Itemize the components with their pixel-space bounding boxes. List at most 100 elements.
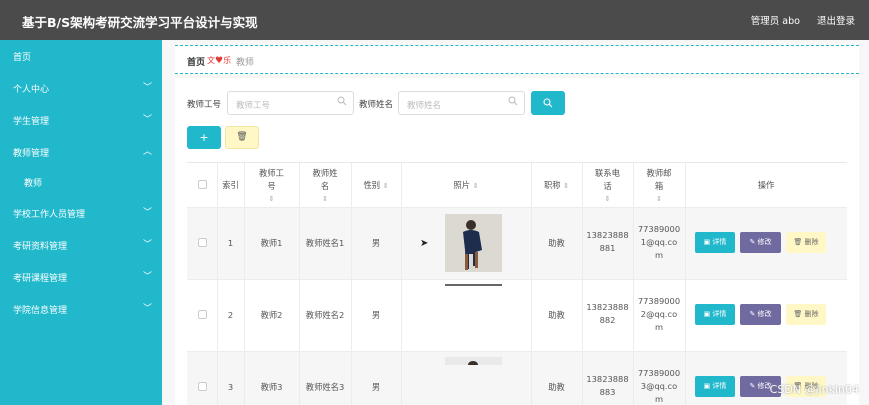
search-icon bbox=[508, 96, 518, 106]
chevron-down-icon: ﹀ bbox=[143, 115, 153, 125]
teacher-id-input[interactable]: 教师工号 bbox=[227, 91, 354, 115]
chevron-down-icon: ﹀ bbox=[143, 304, 153, 314]
sidebar-item-students[interactable]: 学生管理 ﹀ bbox=[0, 106, 162, 134]
phone-line: 883 bbox=[599, 387, 616, 397]
sort-icon: ⇕ bbox=[563, 182, 570, 190]
heart-glyph: ♥ bbox=[215, 56, 224, 66]
cell-title: 助教 bbox=[548, 382, 565, 392]
admin-user[interactable]: 管理员 abo bbox=[751, 16, 800, 27]
header-photo[interactable]: 照片 ⇕ bbox=[401, 179, 531, 193]
app: 基于B/S架构考研交流学习平台设计与实现 管理员 abo 退出登录 首页 个人中… bbox=[0, 0, 869, 405]
batch-delete-button[interactable]: 🗑 bbox=[225, 126, 259, 149]
sort-icon: ⇕ bbox=[382, 182, 389, 190]
header-teacher-id[interactable]: 教师工 号 ⇕ bbox=[244, 167, 299, 206]
header-teacher-name[interactable]: 教师姓 名 ⇕ bbox=[299, 167, 351, 206]
detail-button[interactable]: ▣ 详情 bbox=[695, 304, 735, 325]
breadcrumb: 首页 文♥乐 教师 bbox=[175, 45, 859, 74]
add-button[interactable]: + bbox=[187, 126, 221, 149]
person-photo-icon bbox=[445, 214, 502, 272]
search-icon bbox=[337, 96, 347, 106]
phone-line: 13823888 bbox=[586, 374, 629, 384]
search-icon bbox=[543, 98, 553, 108]
chevron-down-icon: ﹀ bbox=[143, 208, 153, 218]
cell-index: 1 bbox=[227, 238, 234, 248]
teacher-photo[interactable] bbox=[445, 357, 502, 365]
header-text: 教师邮 bbox=[646, 168, 672, 178]
header-right: 管理员 abo 退出登录 bbox=[737, 13, 855, 27]
delete-button[interactable]: 🗑 删除 bbox=[786, 304, 826, 325]
sidebar-item-courses[interactable]: 考研课程管理 ﹀ bbox=[0, 263, 162, 291]
sidebar-item-home[interactable]: 首页 bbox=[0, 42, 162, 70]
sidebar-item-label: 个人中心 bbox=[13, 85, 50, 95]
sort-icon: ⇕ bbox=[604, 195, 611, 203]
sidebar-item-teachers[interactable]: 教师管理 ︿ bbox=[0, 138, 162, 166]
email-line: 77389000 bbox=[637, 224, 681, 234]
logout-link[interactable]: 退出登录 bbox=[817, 16, 855, 27]
teacher-photo[interactable] bbox=[445, 214, 502, 272]
row-divider bbox=[187, 279, 847, 280]
edit-button[interactable]: ✎ 修改 bbox=[740, 304, 781, 325]
search-bar: 教师工号 教师工号 教师姓名 教师姓名 bbox=[187, 91, 787, 115]
detail-button[interactable]: ▣ 详情 bbox=[695, 232, 735, 253]
teacher-photo[interactable] bbox=[445, 284, 502, 286]
main-content: 首页 文♥乐 教师 教师工号 教师工号 教师姓名 教师姓名 + 🗑 索引 教师工… bbox=[162, 40, 869, 405]
mouse-cursor-icon: ➤ bbox=[420, 238, 429, 249]
email-line: 2@qq.co bbox=[640, 309, 678, 319]
sort-icon: ⇕ bbox=[322, 195, 328, 203]
header-text: 话 bbox=[603, 181, 612, 191]
cell-email: 77389000 2@qq.co m bbox=[633, 295, 685, 334]
header-email[interactable]: 教师邮 箱 ⇕ bbox=[633, 167, 685, 206]
row-checkbox[interactable] bbox=[198, 238, 207, 247]
search-button[interactable] bbox=[531, 91, 565, 115]
header-text: 教师工 bbox=[259, 168, 284, 178]
phone-line: 882 bbox=[599, 315, 616, 325]
row-checkbox[interactable] bbox=[198, 310, 207, 319]
sidebar-item-label: 教师 bbox=[24, 179, 43, 189]
edit-button[interactable]: ✎ 修改 bbox=[740, 232, 781, 253]
cell-gender: 男 bbox=[371, 382, 381, 392]
cell-title: 助教 bbox=[548, 238, 565, 248]
cell-title: 助教 bbox=[548, 310, 565, 320]
sidebar-item-label: 学校工作人员管理 bbox=[13, 210, 86, 220]
person-photo-icon bbox=[468, 361, 478, 365]
top-header: 基于B/S架构考研交流学习平台设计与实现 管理员 abo 退出登录 bbox=[0, 0, 869, 40]
content-panel: 教师工号 教师工号 教师姓名 教师姓名 + 🗑 索引 教师工 号 ⇕ 教师姓 名… bbox=[175, 78, 859, 405]
header-phone[interactable]: 联系电 话 ⇕ bbox=[582, 167, 633, 206]
chevron-up-icon: ︿ bbox=[143, 147, 153, 157]
heart-deco: 文 bbox=[207, 56, 215, 65]
detail-button[interactable]: ▣ 详情 bbox=[695, 376, 735, 397]
sidebar-item-colleges[interactable]: 学院信息管理 ﹀ bbox=[0, 295, 162, 323]
sidebar-subitem-teacher[interactable]: 教师 bbox=[0, 168, 162, 196]
phone-line: 881 bbox=[599, 243, 616, 253]
col-divider bbox=[351, 163, 352, 405]
email-line: 77389000 bbox=[637, 368, 681, 378]
teacher-name-label: 教师姓名 bbox=[359, 100, 394, 110]
teacher-name-input[interactable]: 教师姓名 bbox=[398, 91, 525, 115]
sidebar-item-label: 学生管理 bbox=[13, 117, 50, 127]
teacher-name-placeholder: 教师姓名 bbox=[407, 101, 442, 111]
sidebar-item-staff[interactable]: 学校工作人员管理 ﹀ bbox=[0, 199, 162, 227]
header-text: 箱 bbox=[654, 181, 664, 191]
sidebar-item-profile[interactable]: 个人中心 ﹀ bbox=[0, 74, 162, 102]
header-text: 职称 bbox=[543, 180, 561, 190]
header-gender[interactable]: 性别 ⇕ bbox=[351, 179, 401, 193]
chevron-down-icon: ﹀ bbox=[143, 83, 153, 93]
email-line: 3@qq.co bbox=[640, 381, 678, 391]
app-title: 基于B/S架构考研交流学习平台设计与实现 bbox=[22, 15, 258, 30]
cell-teacher-id: 教师1 bbox=[260, 238, 283, 248]
email-line: m bbox=[654, 394, 664, 404]
sidebar-item-materials[interactable]: 考研资料管理 ﹀ bbox=[0, 231, 162, 259]
breadcrumb-home[interactable]: 首页 bbox=[187, 55, 205, 68]
header-index: 索引 bbox=[222, 180, 239, 190]
phone-line: 13823888 bbox=[586, 230, 629, 240]
select-all-checkbox[interactable] bbox=[198, 180, 207, 189]
row-checkbox[interactable] bbox=[198, 382, 207, 391]
header-title[interactable]: 职称 ⇕ bbox=[531, 179, 582, 193]
header-text: 号 bbox=[267, 181, 276, 191]
email-line: m bbox=[654, 250, 664, 260]
header-text: 性别 bbox=[363, 180, 381, 190]
cell-gender: 男 bbox=[371, 310, 381, 320]
delete-button[interactable]: 🗑 删除 bbox=[786, 232, 826, 253]
cell-teacher-id: 教师2 bbox=[260, 310, 283, 320]
watermark: CSDN @jinkin04 bbox=[769, 383, 859, 396]
